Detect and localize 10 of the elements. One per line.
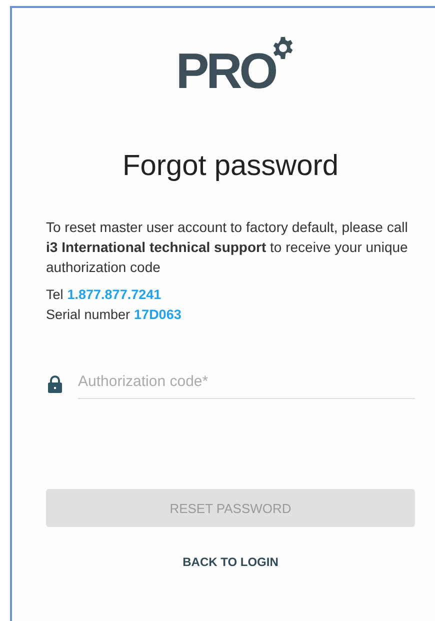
authorization-code-field[interactable]: Authorization code*	[78, 369, 415, 399]
contact-value: 1.877.877.7241	[67, 286, 162, 304]
contact-value: 17D063	[134, 306, 182, 324]
instructions-text: To reset master user account to factory default, please call i3 International technical support to receive your unique authorization code	[46, 218, 409, 277]
contact-label: Serial number	[46, 306, 130, 324]
contact-label: Tel	[46, 286, 64, 304]
back-to-login-link[interactable]: BACK TO LOGIN	[182, 555, 278, 569]
lock-icon	[48, 375, 62, 393]
logo: PRO	[176, 36, 296, 96]
page-title: Forgot password	[122, 150, 340, 183]
